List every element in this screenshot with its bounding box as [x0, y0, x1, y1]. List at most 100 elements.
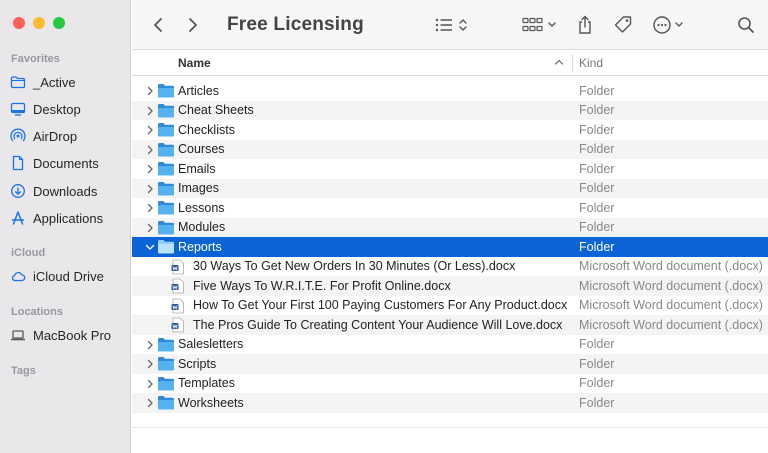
- kind-column-header[interactable]: Kind: [579, 50, 603, 76]
- column-header: Name Kind: [132, 50, 768, 76]
- table-row[interactable]: Emails Folder: [132, 159, 768, 179]
- sidebar-item-active[interactable]: _Active: [10, 71, 76, 93]
- row-name: Checklists: [178, 122, 235, 137]
- group-button[interactable]: [522, 0, 558, 50]
- zoom-window-button[interactable]: [53, 17, 65, 29]
- table-row[interactable]: How To Get Your First 100 Paying Custome…: [132, 296, 768, 316]
- search-button[interactable]: [737, 0, 755, 50]
- sidebar-item-label: iCloud Drive: [33, 268, 104, 284]
- table-row[interactable]: 30 Ways To Get New Orders In 30 Minutes …: [132, 257, 768, 277]
- sidebar-item-label: _Active: [33, 74, 76, 90]
- table-row[interactable]: Courses Folder: [132, 139, 768, 159]
- list-bottom-divider: [132, 427, 768, 428]
- sidebar-item-label: Downloads: [33, 183, 98, 199]
- table-row[interactable]: Checklists Folder: [132, 120, 768, 140]
- sidebar-item-macbook-pro[interactable]: MacBook Pro: [10, 324, 111, 346]
- table-row[interactable]: Templates Folder: [132, 374, 768, 394]
- sidebar-item-documents[interactable]: Documents: [10, 152, 99, 174]
- disclosure-triangle-icon[interactable]: [145, 164, 155, 174]
- sidebar-item-applications[interactable]: Applications: [10, 207, 103, 229]
- table-row-selected[interactable]: Reports Folder: [132, 237, 768, 257]
- folder-icon: [10, 76, 26, 89]
- row-name: Emails: [178, 161, 216, 176]
- disclosure-triangle-icon[interactable]: [145, 145, 155, 155]
- back-button[interactable]: [152, 0, 164, 50]
- sort-ascending-icon: [554, 59, 564, 65]
- favorites-section-title: Favorites: [11, 53, 60, 65]
- tag-button[interactable]: [613, 0, 633, 50]
- table-row[interactable]: Lessons Folder: [132, 198, 768, 218]
- view-options-button[interactable]: [435, 0, 471, 50]
- row-kind: Microsoft Word document (.docx): [579, 259, 763, 274]
- disclosure-triangle-icon[interactable]: [145, 359, 155, 369]
- table-row[interactable]: Images Folder: [132, 178, 768, 198]
- minimize-window-button[interactable]: [33, 17, 45, 29]
- table-row[interactable]: Five Ways To W.R.I.T.E. For Profit Onlin…: [132, 276, 768, 296]
- table-row[interactable]: The Pros Guide To Creating Content Your …: [132, 315, 768, 335]
- share-button[interactable]: [577, 0, 593, 50]
- disclosure-triangle-icon[interactable]: [145, 203, 155, 213]
- window-title: Free Licensing: [227, 14, 364, 35]
- more-actions-button[interactable]: [652, 0, 688, 50]
- table-row[interactable]: Modules Folder: [132, 217, 768, 237]
- row-kind: Folder: [579, 376, 615, 391]
- row-kind: Folder: [579, 142, 615, 157]
- tag-icon: [614, 16, 632, 33]
- disclosure-triangle-icon[interactable]: [145, 125, 155, 135]
- ellipsis-circle-icon: [653, 16, 683, 34]
- row-kind: Folder: [579, 337, 615, 352]
- sidebar-item-label: Documents: [33, 155, 99, 171]
- name-column-header[interactable]: Name: [178, 50, 211, 76]
- list-view-icon: [435, 18, 467, 32]
- table-row[interactable]: Articles Folder: [132, 81, 768, 101]
- table-row[interactable]: Cheat Sheets Folder: [132, 100, 768, 120]
- word-document-icon: [171, 317, 184, 333]
- word-document-icon: [171, 298, 184, 313]
- disclosure-triangle-icon[interactable]: [145, 398, 155, 408]
- table-row[interactable]: Worksheets Folder: [132, 393, 768, 413]
- forward-button[interactable]: [187, 0, 199, 50]
- row-name: Images: [178, 181, 219, 196]
- folder-icon: [158, 123, 174, 137]
- row-kind: Folder: [579, 239, 615, 254]
- row-name: Lessons: [178, 200, 225, 215]
- row-name: Templates: [178, 376, 235, 391]
- folder-icon: [158, 142, 174, 156]
- sidebar-item-downloads[interactable]: Downloads: [10, 180, 97, 202]
- search-icon: [738, 17, 754, 33]
- folder-icon: [158, 220, 174, 234]
- column-divider[interactable]: [572, 54, 573, 72]
- disclosure-triangle-icon[interactable]: [145, 106, 155, 116]
- disclosure-triangle-expanded-icon[interactable]: [145, 242, 155, 252]
- row-kind: Folder: [579, 181, 615, 196]
- row-name: Reports: [178, 239, 222, 254]
- folder-icon: [158, 103, 174, 117]
- sidebar-item-airdrop[interactable]: AirDrop: [10, 125, 77, 147]
- disclosure-triangle-icon[interactable]: [145, 379, 155, 389]
- row-kind: Folder: [579, 103, 615, 118]
- locations-section-title: Locations: [11, 306, 63, 318]
- row-name: Worksheets: [178, 395, 244, 410]
- chevron-right-icon: [189, 18, 197, 32]
- row-name: 30 Ways To Get New Orders In 30 Minutes …: [193, 259, 516, 274]
- disclosure-triangle-icon[interactable]: [145, 86, 155, 96]
- cloud-icon: [11, 271, 26, 282]
- sidebar-item-label: AirDrop: [33, 128, 78, 144]
- row-kind: Folder: [579, 83, 615, 98]
- close-window-button[interactable]: [13, 17, 25, 29]
- table-row[interactable]: Salesletters Folder: [132, 335, 768, 355]
- disclosure-triangle-icon[interactable]: [145, 340, 155, 350]
- table-row[interactable]: Scripts Folder: [132, 354, 768, 374]
- row-kind: Microsoft Word document (.docx): [579, 298, 763, 313]
- folder-icon: [158, 201, 174, 215]
- disclosure-triangle-icon[interactable]: [145, 184, 155, 194]
- row-name: Modules: [178, 220, 226, 235]
- row-kind: Microsoft Word document (.docx): [579, 317, 763, 332]
- folder-icon: [158, 84, 174, 98]
- folder-icon: [158, 240, 174, 254]
- disclosure-triangle-icon[interactable]: [145, 223, 155, 233]
- sidebar: Favorites _Active Desktop AirDrop Docume…: [0, 0, 131, 453]
- sidebar-item-desktop[interactable]: Desktop: [10, 98, 81, 120]
- sidebar-item-icloud-drive[interactable]: iCloud Drive: [10, 265, 104, 287]
- row-name: How To Get Your First 100 Paying Custome…: [193, 298, 568, 313]
